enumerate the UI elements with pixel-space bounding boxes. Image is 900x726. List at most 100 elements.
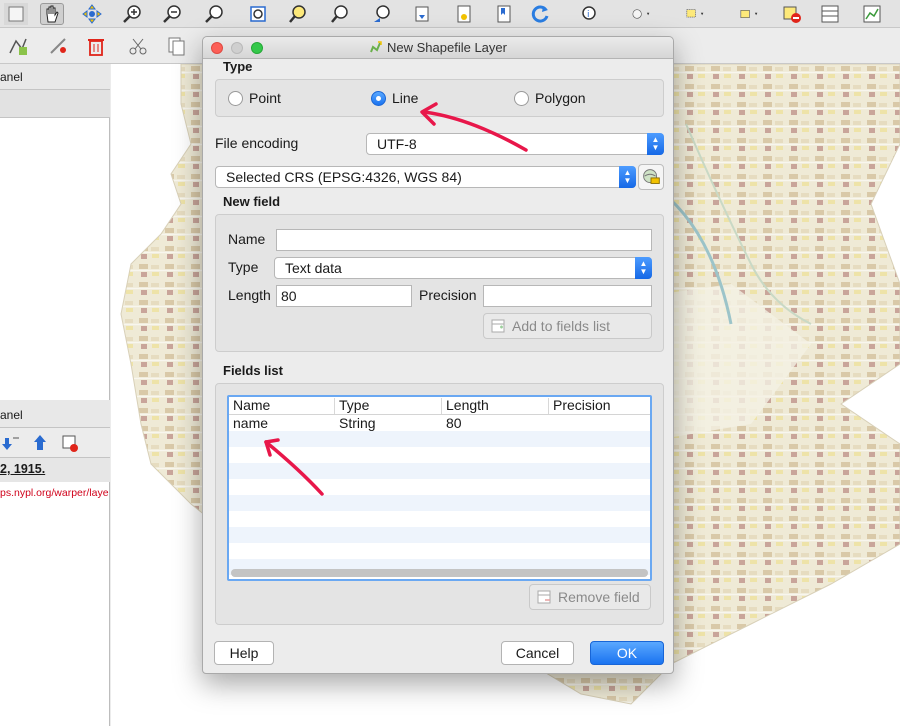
field-length-input[interactable]: 80 (276, 285, 412, 307)
metadata-url-link[interactable]: ps.nypl.org/warper/laye (0, 487, 110, 499)
pan-to-selection-icon[interactable] (80, 3, 104, 25)
empty-row (229, 527, 650, 543)
fields-list-group-label: Fields list (223, 363, 283, 378)
field-type-label: Type (228, 259, 259, 275)
crs-select-button[interactable] (638, 164, 664, 190)
column-header-precision[interactable]: Precision (549, 398, 650, 414)
empty-row (229, 479, 650, 495)
add-to-fields-label: Add to fields list (512, 318, 611, 334)
add-to-fields-button[interactable]: Add to fields list (483, 313, 652, 339)
add-field-icon (491, 319, 505, 333)
column-header-length[interactable]: Length (442, 398, 549, 414)
type-line-label: Line (392, 90, 419, 106)
radio-circle (228, 90, 243, 106)
fields-table[interactable]: Name Type Length Precision name String 8… (227, 395, 652, 581)
statistics-icon[interactable] (860, 3, 884, 25)
select-features-icon[interactable] (624, 3, 660, 25)
cut-icon[interactable] (126, 35, 150, 57)
horizontal-scrollbar[interactable] (231, 569, 648, 577)
file-encoding-select[interactable]: UTF-8 ▲ ▼ (366, 133, 664, 155)
select-by-value-icon[interactable] (732, 3, 768, 25)
type-point-radio[interactable]: Point (228, 90, 281, 106)
field-type-value: Text data (285, 260, 342, 276)
select-by-rect-icon[interactable] (678, 3, 714, 25)
new-bookmark-icon[interactable] (452, 3, 476, 25)
crs-select-icon (643, 169, 660, 184)
field-length-label: Length (228, 287, 271, 303)
table-row[interactable]: name String 80 (229, 415, 650, 431)
empty-row (229, 431, 650, 447)
type-line-radio[interactable]: Line (371, 90, 418, 106)
dialog-titlebar[interactable]: New Shapefile Layer (203, 37, 673, 59)
field-precision-label: Precision (419, 287, 477, 303)
metadata-date: 2, 1915. (0, 458, 110, 482)
ok-button[interactable]: OK (590, 641, 664, 665)
new-field-group: Name Type Text data ▲ ▼ Length 80 Precisi… (215, 214, 664, 352)
node-tool-icon[interactable] (46, 35, 70, 57)
select-arrows-icon: ▲ ▼ (635, 257, 652, 279)
crs-select[interactable]: Selected CRS (EPSG:4326, WGS 84) ▲ ▼ (215, 166, 636, 188)
zoom-in-icon[interactable] (120, 3, 144, 25)
copy-icon[interactable] (164, 35, 188, 57)
delete-icon[interactable] (84, 35, 108, 57)
type-group: Point Line Polygon (215, 79, 664, 117)
new-shapefile-layer-dialog: New Shapefile Layer Type Point Line Poly… (202, 36, 674, 674)
crs-value: Selected CRS (EPSG:4326, WGS 84) (226, 169, 462, 185)
zoom-full-icon[interactable] (246, 3, 270, 25)
select-arrows-icon: ▲ ▼ (619, 166, 636, 188)
field-name-input[interactable] (276, 229, 652, 251)
cell-name: name (233, 415, 269, 431)
empty-row (229, 543, 650, 559)
file-encoding-value: UTF-8 (377, 136, 417, 152)
dialog-title: New Shapefile Layer (203, 40, 673, 55)
zoom-layer-icon[interactable] (286, 3, 310, 25)
dialog-title-text: New Shapefile Layer (387, 40, 507, 55)
type-polygon-label: Polygon (535, 90, 586, 106)
select-tool-icon[interactable] (4, 3, 28, 25)
empty-row (229, 511, 650, 527)
refresh-icon[interactable] (528, 3, 552, 25)
deselect-all-icon[interactable] (780, 3, 804, 25)
show-bookmarks-icon[interactable] (492, 3, 516, 25)
fields-table-header: Name Type Length Precision (229, 397, 650, 415)
field-precision-input[interactable] (483, 285, 652, 307)
remove-field-button[interactable]: Remove field (529, 584, 651, 610)
remove-item-icon[interactable] (58, 432, 82, 454)
type-group-label: Type (223, 59, 253, 74)
map-navigation-toolbar: i (0, 0, 900, 28)
column-header-type[interactable]: Type (335, 398, 442, 414)
layers-panel-toolbar (0, 90, 110, 118)
browser-panel-title: anel (0, 400, 110, 428)
cell-length: 80 (446, 415, 462, 431)
type-polygon-radio[interactable]: Polygon (514, 90, 586, 106)
zoom-native-icon[interactable] (202, 3, 226, 25)
move-down-icon[interactable] (0, 432, 24, 454)
attribute-table-icon[interactable] (818, 3, 842, 25)
new-layer-icon (369, 41, 382, 54)
browser-panel-toolbar (0, 428, 110, 458)
select-arrows-icon: ▲ ▼ (647, 133, 664, 155)
layers-panel-title: anel (0, 64, 110, 90)
pan-hand-icon[interactable] (40, 3, 64, 25)
move-up-icon[interactable] (28, 432, 52, 454)
field-type-select[interactable]: Text data ▲ ▼ (274, 257, 652, 279)
zoom-selection-icon[interactable] (328, 3, 352, 25)
column-header-name[interactable]: Name (229, 398, 335, 414)
identify-icon[interactable]: i (578, 3, 602, 25)
zoom-out-icon[interactable] (160, 3, 184, 25)
zoom-next-icon[interactable] (410, 3, 434, 25)
empty-row (229, 447, 650, 463)
digitize-icon[interactable] (6, 35, 30, 57)
layers-panel: anel anel 2, 1915. ps.nypl.org/warper/la… (0, 64, 110, 726)
zoom-last-icon[interactable] (370, 3, 394, 25)
help-button[interactable]: Help (214, 641, 274, 665)
cancel-button[interactable]: Cancel (501, 641, 574, 665)
svg-text:i: i (587, 10, 590, 20)
field-name-label: Name (228, 231, 266, 247)
remove-field-icon (537, 590, 551, 604)
empty-row (229, 495, 650, 511)
radio-circle (514, 90, 529, 106)
empty-row (229, 463, 650, 479)
file-encoding-label: File encoding (215, 135, 299, 151)
remove-field-label: Remove field (558, 589, 640, 605)
